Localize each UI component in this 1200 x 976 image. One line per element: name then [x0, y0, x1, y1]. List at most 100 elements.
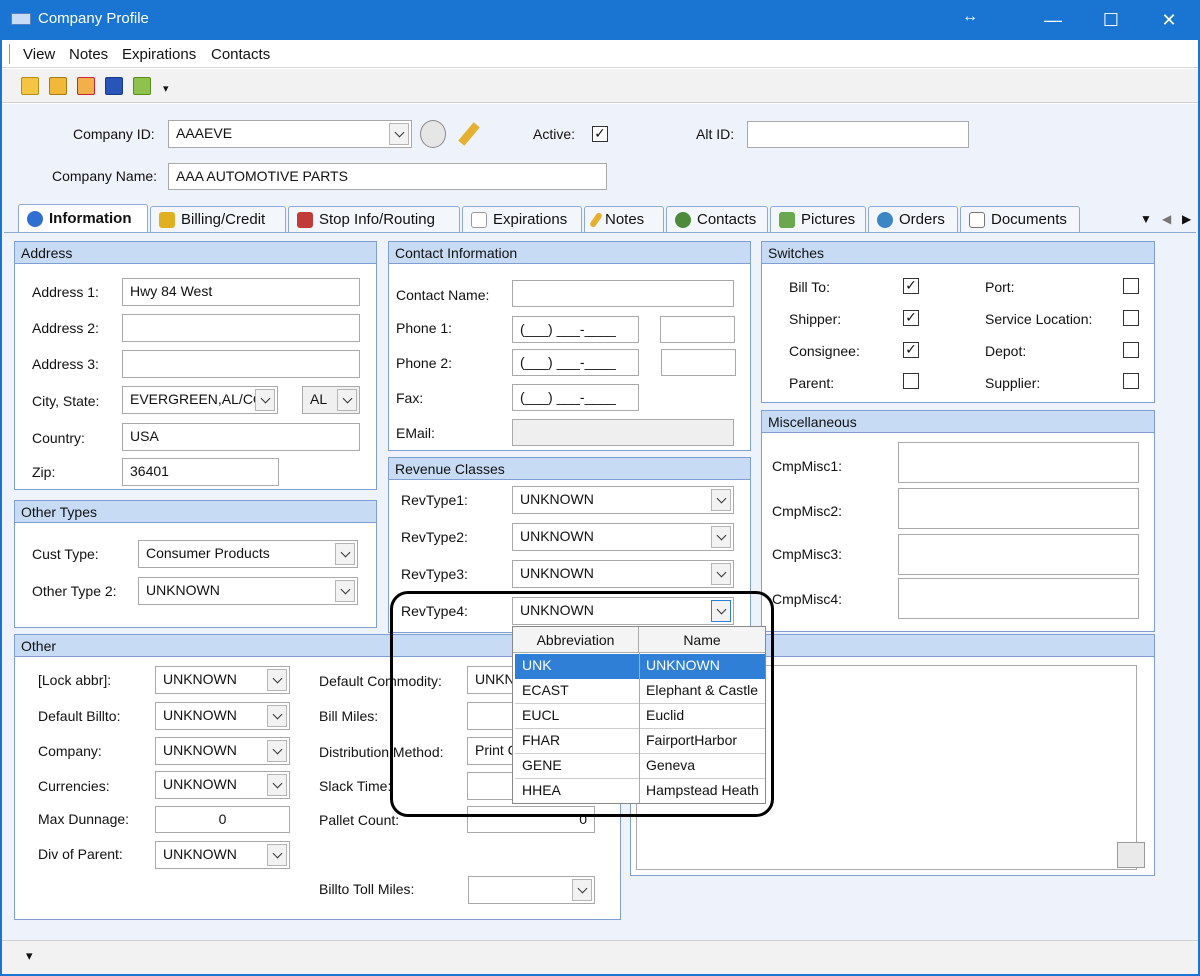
- phone1-input[interactable]: (___) ___-____: [512, 316, 639, 343]
- city-state-label: City, State:: [32, 393, 100, 409]
- box-icon: [877, 211, 893, 228]
- menu-contacts[interactable]: Contacts: [211, 46, 270, 63]
- other-type2-combo[interactable]: UNKNOWN: [138, 577, 358, 605]
- revtype1-combo[interactable]: UNKNOWN: [512, 486, 734, 514]
- company-name-input[interactable]: AAA AUTOMOTIVE PARTS: [168, 163, 607, 190]
- company-combo[interactable]: UNKNOWN: [155, 737, 290, 765]
- phone2-input[interactable]: (___) ___-____: [512, 349, 639, 376]
- tab-scroll-right-icon[interactable]: ▶: [1182, 212, 1191, 226]
- close-button[interactable]: ✕: [1140, 0, 1198, 40]
- phone2-ext-input[interactable]: [661, 349, 736, 376]
- tab-notes[interactable]: Notes: [584, 206, 664, 232]
- chevron-down-icon[interactable]: [711, 563, 731, 585]
- default-billto-combo[interactable]: UNKNOWN: [155, 702, 290, 730]
- billto-toll-miles-combo[interactable]: [468, 876, 595, 904]
- zip-input[interactable]: 36401: [122, 458, 279, 486]
- title-bar[interactable]: Company Profile ↔ — ☐ ✕: [0, 0, 1200, 40]
- chevron-down-icon[interactable]: [711, 489, 731, 511]
- fax-input[interactable]: (___) ___-____: [512, 384, 639, 411]
- active-label: Active:: [533, 126, 576, 142]
- tab-billing-credit[interactable]: Billing/Credit: [150, 206, 286, 232]
- address2-input[interactable]: [122, 314, 360, 342]
- tab-overflow-icon[interactable]: ▼: [1140, 212, 1152, 226]
- alt-id-input[interactable]: [747, 121, 969, 148]
- tab-information[interactable]: Information: [18, 204, 148, 232]
- cmpmisc4-input[interactable]: [898, 578, 1139, 619]
- email-label: EMail:: [396, 425, 435, 441]
- tab-contacts[interactable]: Contacts: [666, 206, 768, 232]
- switches-panel-header: Switches: [762, 242, 1154, 264]
- revtype2-combo[interactable]: UNKNOWN: [512, 523, 734, 551]
- state-combo[interactable]: AL: [302, 386, 360, 414]
- tab-label: Documents: [991, 211, 1067, 228]
- cust-type-combo[interactable]: Consumer Products: [138, 540, 358, 568]
- service-location-label: Service Location:: [985, 311, 1093, 327]
- tab-scroll-left-icon[interactable]: ◀: [1162, 212, 1171, 226]
- chevron-down-icon[interactable]: [267, 774, 287, 796]
- port-checkbox[interactable]: [1123, 278, 1139, 294]
- minimize-button[interactable]: —: [1024, 0, 1082, 40]
- address3-input[interactable]: [122, 350, 360, 378]
- menu-expirations[interactable]: Expirations: [122, 46, 196, 63]
- chevron-down-icon[interactable]: [335, 543, 355, 565]
- chevron-down-icon[interactable]: [267, 669, 287, 691]
- cmpmisc3-input[interactable]: [898, 534, 1139, 575]
- delete-icon[interactable]: [77, 77, 95, 95]
- tab-orders[interactable]: Orders: [868, 206, 958, 232]
- address1-input[interactable]: Hwy 84 West: [122, 278, 360, 306]
- chevron-down-icon[interactable]: [267, 705, 287, 727]
- address3-label: Address 3:: [32, 356, 99, 372]
- cmpmisc2-input[interactable]: [898, 488, 1139, 529]
- consignee-checkbox[interactable]: ✓: [903, 342, 919, 358]
- supplier-checkbox[interactable]: [1123, 373, 1139, 389]
- shipper-checkbox[interactable]: ✓: [903, 310, 919, 326]
- export-icon[interactable]: [133, 77, 151, 95]
- chevron-down-icon[interactable]: [572, 879, 592, 901]
- active-checkbox[interactable]: ✓: [592, 126, 608, 142]
- menu-view[interactable]: View: [23, 46, 55, 63]
- company-id-combo[interactable]: AAAEVE: [168, 120, 412, 148]
- revtype3-combo[interactable]: UNKNOWN: [512, 560, 734, 588]
- lock-abbr-combo[interactable]: UNKNOWN: [155, 666, 290, 694]
- city-state-combo[interactable]: EVERGREEN,AL/CO: [122, 386, 278, 414]
- chevron-down-icon[interactable]: [389, 123, 409, 145]
- parent-checkbox[interactable]: [903, 373, 919, 389]
- menu-notes[interactable]: Notes: [69, 46, 108, 63]
- pallet-count-label: Pallet Count:: [319, 812, 400, 828]
- bill-to-checkbox[interactable]: ✓: [903, 278, 919, 294]
- tab-expirations[interactable]: Expirations: [462, 206, 582, 232]
- tab-label: Orders: [899, 211, 945, 228]
- contact-name-input[interactable]: [512, 280, 734, 307]
- service-location-checkbox[interactable]: [1123, 310, 1139, 326]
- cmpmisc3-label: CmpMisc3:: [772, 546, 843, 562]
- chevron-down-icon[interactable]: [267, 740, 287, 762]
- tab-pictures[interactable]: Pictures: [770, 206, 866, 232]
- revtype2-value: UNKNOWN: [520, 528, 594, 544]
- status-dropdown-icon[interactable]: ▾: [26, 948, 33, 964]
- chevron-down-icon[interactable]: [337, 389, 357, 411]
- tab-documents[interactable]: Documents: [960, 206, 1080, 232]
- chevron-down-icon[interactable]: [267, 844, 287, 866]
- save-icon[interactable]: [105, 77, 123, 95]
- currencies-combo[interactable]: UNKNOWN: [155, 771, 290, 799]
- open-icon[interactable]: [49, 77, 67, 95]
- currencies-value: UNKNOWN: [163, 776, 237, 792]
- div-of-parent-combo[interactable]: UNKNOWN: [155, 841, 290, 869]
- max-dunnage-input[interactable]: 0: [155, 806, 290, 833]
- chevron-down-icon[interactable]: [711, 526, 731, 548]
- depot-checkbox[interactable]: [1123, 342, 1139, 358]
- cmpmisc1-input[interactable]: [898, 442, 1139, 483]
- email-input[interactable]: [512, 419, 734, 446]
- country-input[interactable]: USA: [122, 423, 360, 451]
- chevron-down-icon[interactable]: [335, 580, 355, 602]
- toolbar-overflow-icon[interactable]: ▾: [163, 82, 169, 95]
- glasses-icon[interactable]: [420, 120, 446, 148]
- document-icon: [969, 211, 985, 228]
- maximize-button[interactable]: ☐: [1082, 0, 1140, 40]
- new-icon[interactable]: [21, 77, 39, 95]
- tab-stop-info-routing[interactable]: Stop Info/Routing: [288, 206, 460, 232]
- chevron-down-icon[interactable]: [255, 389, 275, 411]
- print-icon[interactable]: [1117, 842, 1145, 868]
- phone1-ext-input[interactable]: [660, 316, 735, 343]
- supplier-label: Supplier:: [985, 375, 1041, 391]
